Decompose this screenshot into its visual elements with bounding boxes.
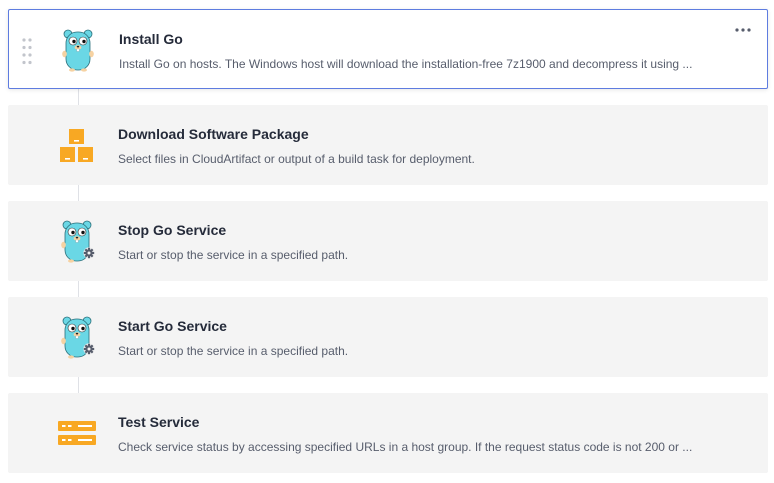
more-options-icon[interactable] <box>733 22 753 38</box>
step-connector <box>78 185 79 201</box>
gopher-gear-icon <box>56 219 98 263</box>
step-card-download-software-package[interactable]: Download Software Package Select files i… <box>8 105 768 185</box>
step-card-install-go[interactable]: Install Go Install Go on hosts. The Wind… <box>8 9 768 89</box>
step-description: Check service status by accessing specif… <box>118 440 693 454</box>
step-connector <box>78 89 79 105</box>
step-description: Start or stop the service in a specified… <box>118 248 349 262</box>
step-description: Select files in CloudArtifact or output … <box>118 152 475 166</box>
step-card-start-go-service[interactable]: Start Go Service Start or stop the servi… <box>8 297 768 377</box>
step-card-stop-go-service[interactable]: Stop Go Service Start or stop the servic… <box>8 201 768 281</box>
gopher-gear-icon <box>56 315 98 359</box>
step-connector <box>78 281 79 297</box>
step-description: Install Go on hosts. The Windows host wi… <box>119 57 693 71</box>
gopher-icon <box>57 28 99 72</box>
step-description: Start or stop the service in a specified… <box>118 344 349 358</box>
step-title: Test Service <box>118 414 200 430</box>
step-title: Stop Go Service <box>118 222 227 238</box>
step-title: Download Software Package <box>118 126 309 142</box>
pipeline-step-list: Install Go Install Go on hosts. The Wind… <box>0 0 774 483</box>
server-rack-icon <box>56 411 98 455</box>
package-boxes-icon <box>56 123 98 167</box>
step-title: Start Go Service <box>118 318 227 334</box>
step-connector <box>78 377 79 393</box>
step-title: Install Go <box>119 31 183 47</box>
step-card-test-service[interactable]: Test Service Check service status by acc… <box>8 393 768 473</box>
drag-handle-icon[interactable] <box>21 37 33 65</box>
